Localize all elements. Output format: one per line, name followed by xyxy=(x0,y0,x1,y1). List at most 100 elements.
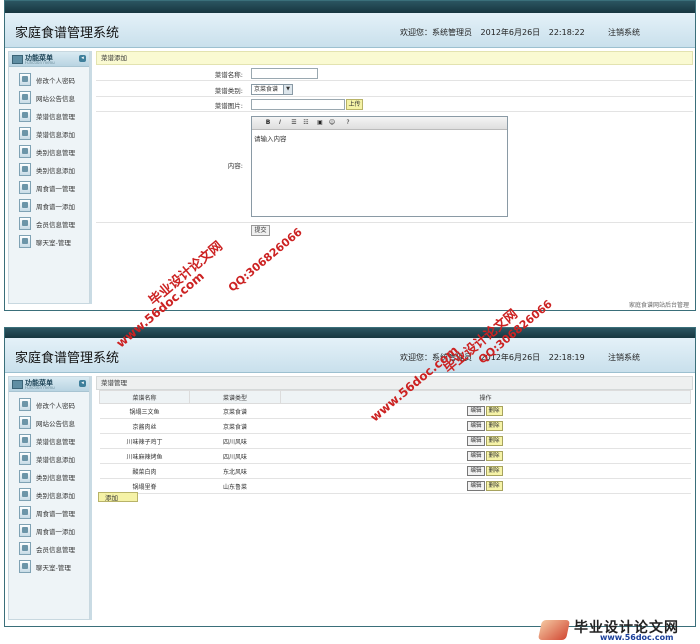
table-row: 京酱肉丝 京菜食谱 编辑 删除 xyxy=(99,418,691,434)
header-time: 22:18:19 xyxy=(548,353,585,362)
app-title: 家庭食谱管理系统 xyxy=(15,351,120,366)
recipe-name-input[interactable] xyxy=(251,68,318,79)
delete-button[interactable]: 删除 xyxy=(485,436,503,446)
sidebar-item-password[interactable]: 修改个人密码 xyxy=(19,397,89,411)
sidebar-item-weekly-manage[interactable]: 周食谱一管理 xyxy=(19,505,89,519)
sidebar-item-category-add[interactable]: 类别信息添加 xyxy=(19,487,89,501)
help-icon[interactable]: ? xyxy=(344,119,352,127)
unordered-list-icon[interactable]: ☷ xyxy=(302,119,310,127)
cell-actions: 编辑 删除 xyxy=(280,433,691,449)
splitter-handle[interactable] xyxy=(90,51,92,304)
sidebar-item-member-manage[interactable]: 会员信息管理 xyxy=(19,541,89,555)
editor-content[interactable]: 请输入内容 xyxy=(252,130,507,146)
splitter-handle[interactable] xyxy=(90,376,92,620)
cell-name: 川味辣子鸡丁 xyxy=(99,433,190,449)
sidebar-item-weekly-add[interactable]: 周食谱一添加 xyxy=(19,523,89,537)
page-title: 菜谱添加 xyxy=(96,51,693,65)
sidebar-item-recipe-add[interactable]: 菜谱信息添加 xyxy=(19,451,89,465)
window-add-recipe: 家庭食谱管理系统 欢迎您：系统管理员 2012年6月26日 22:18:22 注… xyxy=(4,0,696,311)
table-row: 川味辣子鸡丁 四川风味 编辑 删除 xyxy=(99,433,691,449)
sidebar-item-recipe-manage[interactable]: 菜谱信息管理 xyxy=(19,433,89,447)
edit-button[interactable]: 编辑 xyxy=(467,451,485,461)
edit-button[interactable]: 编辑 xyxy=(467,481,485,491)
menu-subtitle: Function menu xyxy=(25,385,55,390)
doc-icon xyxy=(19,434,31,447)
sidebar-item-category-manage[interactable]: 类别信息管理 xyxy=(19,144,89,158)
cell-name: 酸菜白肉 xyxy=(99,463,190,479)
edit-button[interactable]: 编辑 xyxy=(467,406,485,416)
doc-icon xyxy=(19,181,31,194)
delete-button[interactable]: 删除 xyxy=(485,481,503,491)
col-header-actions: 操作 xyxy=(280,390,691,404)
sidebar: 功能菜单 Function menu ◂ 修改个人密码 网站公告信息 菜谱信息管… xyxy=(8,376,90,620)
sidebar-item-notice[interactable]: 网站公告信息 xyxy=(19,90,89,104)
doc-icon xyxy=(19,199,31,212)
editor-toolbar: B I ☰ ☷ ▣ ☺ ? xyxy=(252,117,507,130)
menu-subtitle: Function menu xyxy=(25,60,55,65)
edit-button[interactable]: 编辑 xyxy=(467,421,485,431)
window-titlebar xyxy=(5,328,695,338)
sidebar-item-chatroom[interactable]: 聊天室-管理 xyxy=(19,234,89,248)
edit-button[interactable]: 编辑 xyxy=(467,466,485,476)
doc-icon xyxy=(19,217,31,230)
cell-actions: 编辑 删除 xyxy=(280,478,691,494)
sidebar-item-notice[interactable]: 网站公告信息 xyxy=(19,415,89,429)
collapse-icon[interactable]: ◂ xyxy=(79,380,86,387)
sidebar-item-password[interactable]: 修改个人密码 xyxy=(19,72,89,86)
recipe-type-select[interactable]: 京菜食谱 ▼ xyxy=(251,84,293,95)
delete-button[interactable]: 删除 xyxy=(485,421,503,431)
smiley-icon[interactable]: ☺ xyxy=(328,119,336,127)
app-title: 家庭食谱管理系统 xyxy=(15,26,120,41)
doc-icon xyxy=(19,452,31,465)
header-date: 2012年6月26日 xyxy=(480,28,541,37)
sidebar-item-category-add[interactable]: 类别信息添加 xyxy=(19,162,89,176)
sidebar-item-recipe-add[interactable]: 菜谱信息添加 xyxy=(19,126,89,140)
doc-icon xyxy=(19,488,31,501)
delete-button[interactable]: 删除 xyxy=(485,466,503,476)
submit-button[interactable]: 提交 xyxy=(251,225,270,236)
cell-type: 山东鲁菜 xyxy=(189,478,281,494)
cell-name: 京酱肉丝 xyxy=(99,418,190,434)
doc-icon xyxy=(19,416,31,429)
menu-header: 功能菜单 Function menu ◂ xyxy=(9,377,89,392)
table-row: 酸菜白肉 东北风味 编辑 删除 xyxy=(99,463,691,479)
recipe-image-input[interactable] xyxy=(251,99,345,110)
logout-link[interactable]: 注销系统 xyxy=(608,27,640,38)
content-label: 内容: xyxy=(227,162,243,170)
collapse-icon[interactable]: ◂ xyxy=(79,55,86,62)
brand-url: www.56doc.com xyxy=(600,633,674,642)
ordered-list-icon[interactable]: ☰ xyxy=(290,119,298,127)
delete-button[interactable]: 删除 xyxy=(485,451,503,461)
sidebar-item-category-manage[interactable]: 类别信息管理 xyxy=(19,469,89,483)
italic-icon[interactable]: I xyxy=(276,119,284,127)
doc-icon xyxy=(19,524,31,537)
menu-icon xyxy=(12,380,23,389)
cell-name: 川味麻辣烤鱼 xyxy=(99,448,190,464)
doc-icon xyxy=(19,145,31,158)
doc-icon xyxy=(19,127,31,140)
sidebar-item-chatroom[interactable]: 聊天室-管理 xyxy=(19,559,89,573)
rich-text-editor[interactable]: B I ☰ ☷ ▣ ☺ ? 请输入内容 xyxy=(251,116,508,217)
logout-link[interactable]: 注销系统 xyxy=(608,352,640,363)
cell-actions: 编辑 删除 xyxy=(280,463,691,479)
welcome-text: 欢迎您：系统管理员 xyxy=(400,28,472,37)
sidebar-item-member-manage[interactable]: 会员信息管理 xyxy=(19,216,89,230)
bold-icon[interactable]: B xyxy=(264,119,272,127)
form-row-image: 菜谱图片: 上传 xyxy=(96,97,693,112)
menu-icon xyxy=(12,55,23,64)
col-header-type: 菜谱类型 xyxy=(189,390,281,404)
doc-icon xyxy=(19,109,31,122)
image-icon[interactable]: ▣ xyxy=(316,119,324,127)
table-row: 锅塌里脊 山东鲁菜 编辑 删除 xyxy=(99,478,691,494)
sidebar-item-weekly-manage[interactable]: 周食谱一管理 xyxy=(19,180,89,194)
sidebar-item-weekly-add[interactable]: 周食谱一添加 xyxy=(19,198,89,212)
upload-button[interactable]: 上传 xyxy=(346,99,363,110)
edit-button[interactable]: 编辑 xyxy=(467,436,485,446)
cell-type: 四川风味 xyxy=(189,433,281,449)
sidebar-item-recipe-manage[interactable]: 菜谱信息管理 xyxy=(19,108,89,122)
doc-icon xyxy=(19,506,31,519)
brand-logo: 毕业设计论文网 www.56doc.com xyxy=(537,616,700,644)
add-button[interactable]: 添加 xyxy=(98,492,138,502)
window-recipe-list: 家庭食谱管理系统 欢迎您：系统管理员 2012年6月26日 22:18:19 注… xyxy=(4,327,696,627)
delete-button[interactable]: 删除 xyxy=(485,406,503,416)
